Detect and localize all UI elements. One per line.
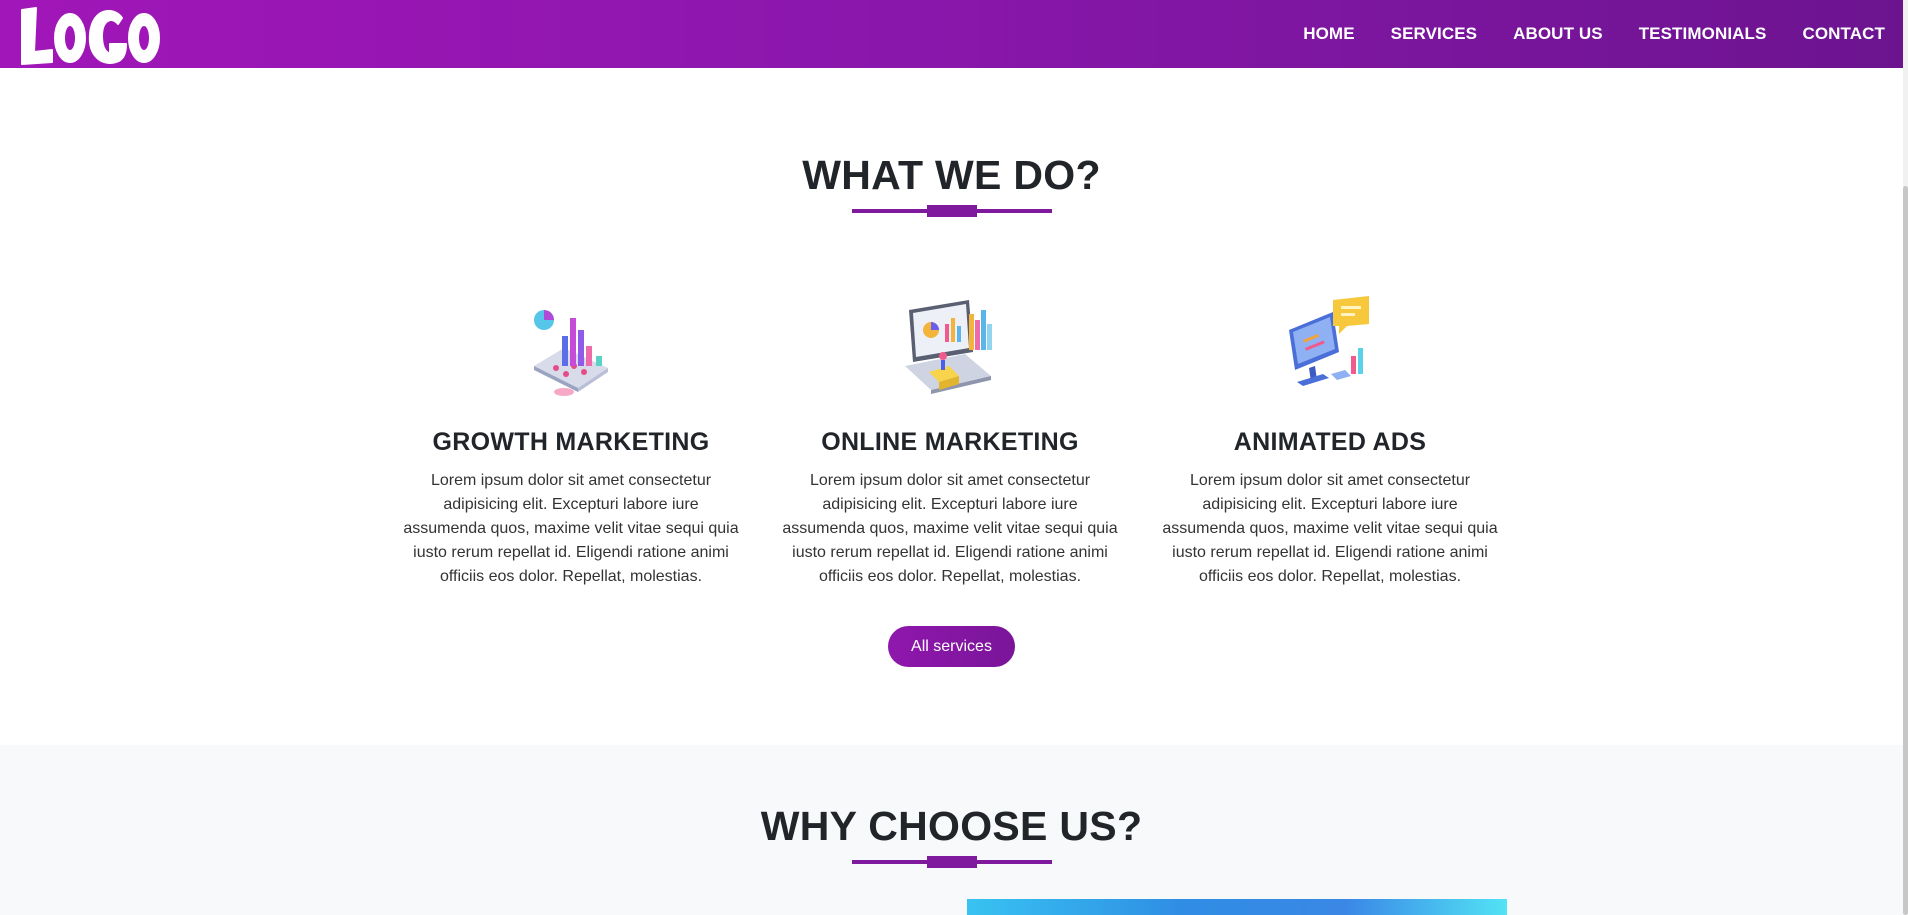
nav-testimonials[interactable]: TESTIMONIALS (1639, 24, 1767, 44)
why-choose-us-image (967, 899, 1507, 915)
service-card-online-marketing: ONLINE MARKETING Lorem ipsum dolor sit a… (777, 296, 1123, 589)
service-title: GROWTH MARKETING (432, 428, 710, 456)
all-services-button[interactable]: All services (888, 626, 1015, 667)
main-nav: HOME SERVICES ABOUT US TESTIMONIALS CONT… (1267, 0, 1885, 68)
nav-contact[interactable]: CONTACT (1802, 24, 1885, 44)
monitor-chat-icon (1289, 296, 1369, 386)
growth-chart-icon (534, 310, 608, 396)
logo-link[interactable] (18, 0, 163, 68)
services-section: WHAT WE DO? GROWTH MARKETING Lorem ipsum… (0, 68, 1903, 745)
service-description: Lorem ipsum dolor sit amet consectetur a… (782, 472, 1118, 585)
service-card-animated-ads: ANIMATED ADS Lorem ipsum dolor sit amet … (1157, 296, 1503, 589)
services-heading-underline (852, 205, 1052, 217)
nav-home[interactable]: HOME (1303, 24, 1354, 44)
service-description: Lorem ipsum dolor sit amet consectetur a… (1162, 472, 1498, 585)
service-title: ONLINE MARKETING (821, 428, 1079, 456)
page-scrollbar[interactable] (1903, 0, 1908, 915)
scrollbar-thumb[interactable] (1903, 186, 1908, 915)
services-heading: WHAT WE DO? (802, 152, 1101, 198)
why-heading: WHY CHOOSE US? (760, 803, 1143, 849)
service-card-growth-marketing: GROWTH MARKETING Lorem ipsum dolor sit a… (398, 296, 744, 589)
why-heading-underline (852, 856, 1052, 868)
navbar: HOME SERVICES ABOUT US TESTIMONIALS CONT… (0, 0, 1903, 68)
service-title: ANIMATED ADS (1233, 428, 1427, 456)
service-description: Lorem ipsum dolor sit amet consectetur a… (403, 472, 739, 585)
why-choose-us-section: WHY CHOOSE US? (0, 745, 1903, 915)
laptop-analytics-icon (905, 300, 992, 394)
logo-icon (21, 7, 160, 65)
nav-about-us[interactable]: ABOUT US (1513, 24, 1603, 44)
nav-services[interactable]: SERVICES (1391, 24, 1477, 44)
